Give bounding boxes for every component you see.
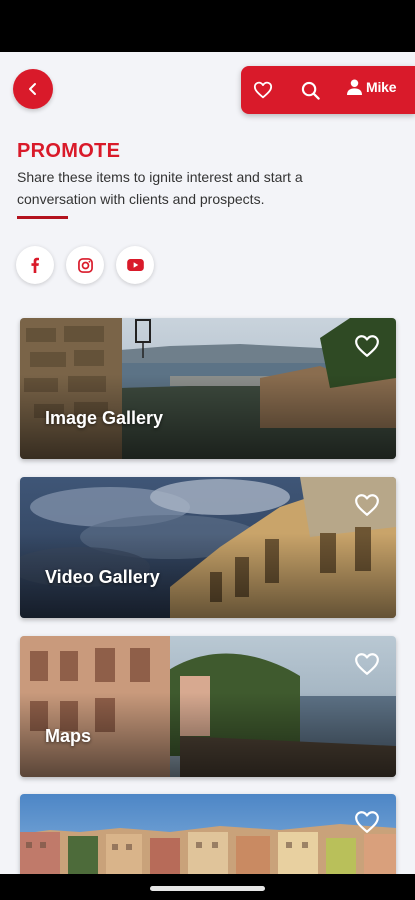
facebook-button[interactable] <box>16 246 54 284</box>
heart-icon[interactable] <box>354 810 380 834</box>
heart-icon[interactable] <box>354 652 380 676</box>
page-description: Share these items to ignite interest and… <box>17 169 303 207</box>
building-image <box>20 477 396 618</box>
card-title: Maps <box>45 726 92 746</box>
heart-icon[interactable] <box>354 334 380 358</box>
youtube-icon <box>126 259 144 271</box>
heart-icon[interactable] <box>354 493 380 517</box>
navigation-bar <box>0 874 415 900</box>
city-card[interactable] <box>20 794 396 884</box>
video-gallery-card[interactable]: Video Gallery <box>20 477 396 618</box>
search-button[interactable] <box>299 79 321 101</box>
chevron-left-icon <box>29 83 36 95</box>
page-title: PROMOTE <box>17 140 121 162</box>
maps-card[interactable]: Maps <box>20 636 396 777</box>
card-title: Image Gallery <box>45 408 164 428</box>
street-image <box>20 636 396 777</box>
harbor-image <box>20 318 396 459</box>
search-icon <box>301 81 320 100</box>
facebook-icon <box>31 257 39 273</box>
user-icon <box>347 79 362 95</box>
image-gallery-card[interactable]: Image Gallery <box>20 318 396 459</box>
heart-icon <box>253 81 273 99</box>
instagram-button[interactable] <box>66 246 104 284</box>
back-button[interactable] <box>13 69 53 109</box>
home-indicator[interactable] <box>150 886 265 891</box>
title-underline <box>17 216 68 219</box>
status-bar <box>0 0 415 52</box>
instagram-icon <box>77 257 93 273</box>
top-navigation: Mike <box>241 66 415 114</box>
user-name: Mike <box>366 79 397 95</box>
youtube-button[interactable] <box>116 246 154 284</box>
user-profile-button[interactable]: Mike <box>347 79 397 95</box>
city-image <box>20 794 396 884</box>
favorites-button[interactable] <box>252 79 274 101</box>
card-title: Video Gallery <box>45 567 160 587</box>
